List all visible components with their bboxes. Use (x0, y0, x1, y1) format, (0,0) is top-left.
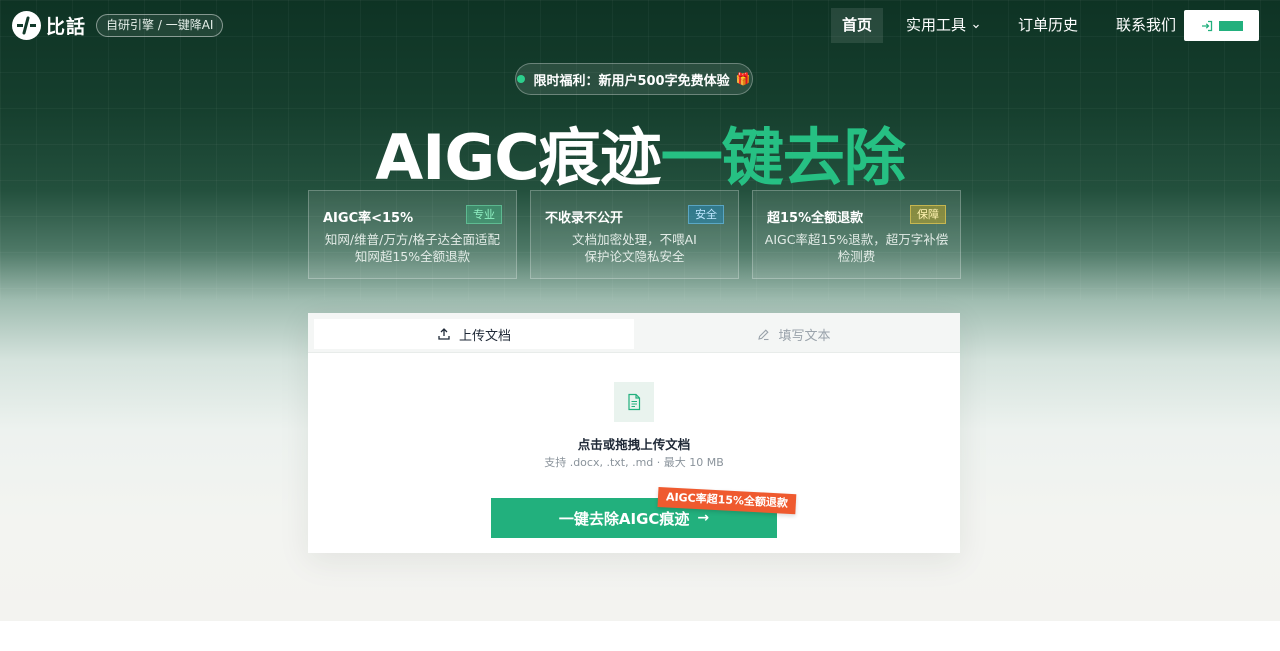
login-icon (1201, 20, 1212, 31)
logo-badge: 自研引擎 / 一键降AI (96, 14, 224, 37)
feature-title: 超15%全额退款 (767, 211, 864, 226)
logo[interactable]: 比話 自研引擎 / 一键降AI (12, 11, 224, 40)
main-nav: 首页 实用工具 订单历史 联系我们 (831, 8, 1187, 43)
tab-upload[interactable]: 上传文档 (314, 319, 634, 349)
tab-write-label: 填写文本 (778, 328, 831, 344)
feature-card-guarantee: 超15%全额退款 保障 AIGC率超15%退款，超万字补偿 检测费 (752, 190, 961, 279)
feature-desc-line2: 保护论文隐私安全 (584, 249, 685, 264)
nav-tools[interactable]: 实用工具 (895, 8, 991, 43)
gift-icon: 🎁 (735, 72, 751, 86)
tab-write[interactable]: 填写文本 (634, 319, 954, 349)
document-icon (614, 382, 654, 422)
nav-orders[interactable]: 订单历史 (1007, 8, 1089, 43)
upload-panel: 上传文档 填写文本 点击或拖拽上传文档 支持 .docx, .txt, .md … (308, 313, 960, 553)
logo-text: 比話 (46, 16, 87, 38)
feature-desc-line2: 知网超15%全额退款 (354, 249, 471, 264)
feature-title: AIGC率<15% (323, 211, 414, 226)
promo-pill[interactable]: 限时福利：新用户500字免费体验 🎁 (515, 63, 753, 95)
feature-title: 不收录不公开 (545, 211, 624, 226)
file-drop-zone[interactable]: 点击或拖拽上传文档 支持 .docx, .txt, .md · 最大 10 MB… (308, 353, 960, 553)
feature-desc: 文档加密处理，不喂AI 保护论文隐私安全 (531, 231, 738, 265)
feature-desc-line1: AIGC率超15%退款，超万字补偿 (764, 232, 949, 247)
feature-card-professional: AIGC率<15% 专业 知网/维普/万方/格子达全面适配 知网超15%全额退款 (308, 190, 517, 279)
promo-text: 限时福利：新用户500字免费体验 (533, 73, 730, 89)
hero-title-white: AIGC痕迹 (375, 121, 661, 194)
login-button[interactable] (1184, 10, 1259, 41)
feature-tag: 专业 (466, 205, 502, 224)
hero-title: AIGC痕迹一键去除 (0, 107, 1280, 197)
drop-subtitle: 支持 .docx, .txt, .md · 最大 10 MB (544, 456, 724, 469)
nav-tools-label: 实用工具 (906, 16, 967, 34)
feature-tag: 安全 (688, 205, 724, 224)
tab-upload-label: 上传文档 (458, 328, 511, 344)
drop-title: 点击或拖拽上传文档 (577, 437, 691, 452)
logo-mark-icon (12, 11, 41, 40)
feature-desc-line1: 文档加密处理，不喂AI (572, 232, 697, 247)
hero-title-green: 一键去除 (660, 121, 906, 194)
login-label-redacted (1218, 20, 1243, 31)
feature-desc: 知网/维普/万方/格子达全面适配 知网超15%全额退款 (309, 231, 516, 265)
promo-dot (517, 75, 526, 83)
nav-home[interactable]: 首页 (831, 8, 884, 43)
pencil-icon (758, 328, 770, 340)
arrow-right-icon: → (697, 510, 710, 526)
feature-desc-line1: 知网/维普/万方/格子达全面适配 (324, 232, 501, 247)
feature-card-security: 不收录不公开 安全 文档加密处理，不喂AI 保护论文隐私安全 (530, 190, 739, 279)
remove-aigc-button-label: 一键去除AIGC痕迹 (558, 509, 690, 528)
feature-desc-line2: 检测费 (837, 249, 876, 264)
feature-tag: 保障 (910, 205, 946, 224)
feature-desc: AIGC率超15%退款，超万字补偿 检测费 (753, 231, 960, 265)
upload-tabs: 上传文档 填写文本 (308, 313, 960, 353)
nav-contact[interactable]: 联系我们 (1105, 8, 1187, 43)
hero-section: 比話 自研引擎 / 一键降AI 首页 实用工具 订单历史 联系我们 限时福利：新… (0, 0, 1280, 621)
upload-icon (438, 328, 450, 340)
chevron-down-icon (973, 24, 979, 28)
